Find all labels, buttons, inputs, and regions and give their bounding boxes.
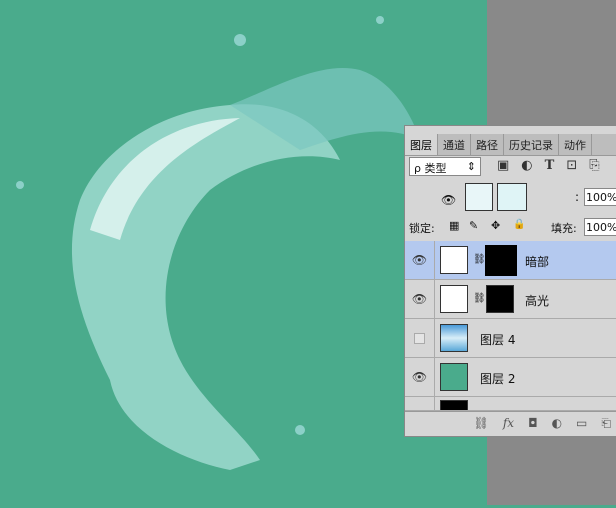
lock-row: 锁定: ▦ ✎ ✥ 🔒 填充: 100% — [405, 216, 616, 238]
eye-icon[interactable]: 👁 — [405, 280, 435, 319]
layer-filter-select[interactable]: ρ 类型 ⇕ — [409, 157, 481, 176]
opacity-input[interactable]: 100% — [584, 188, 616, 206]
layer-row-4[interactable]: 图层 4 — [405, 319, 616, 358]
layer-thumbnail — [440, 400, 468, 410]
layer-name: 暗部 — [525, 255, 550, 269]
new-group-icon[interactable]: ▭ — [576, 416, 587, 433]
tab-channels[interactable]: 通道 — [438, 134, 471, 155]
tab-layers[interactable]: 图层 — [405, 134, 438, 155]
mask-thumbnail[interactable] — [485, 245, 517, 276]
shape-filter-icon[interactable]: ⊡ — [566, 158, 577, 173]
fill-label: 填充: — [551, 222, 577, 235]
layer-name: 高光 — [525, 294, 550, 308]
lock-transparency-icon[interactable]: ▦ — [449, 219, 459, 232]
visibility-toggle[interactable] — [405, 319, 435, 358]
add-mask-icon[interactable]: ◘ — [528, 416, 538, 433]
layer-row-2[interactable]: 👁 图层 2 — [405, 358, 616, 397]
lock-all-icon[interactable]: 🔒 — [513, 219, 525, 230]
link-icon[interactable]: ⛓ — [473, 254, 486, 265]
pixel-filter-icon[interactable]: ▣ — [497, 158, 509, 173]
link-icon[interactable]: ⛓ — [473, 293, 486, 304]
lock-pixels-icon[interactable]: ✎ — [469, 219, 478, 232]
layer-row-highlight[interactable]: 👁 ⛓ 高光 — [405, 280, 616, 319]
mask-thumbnail — [497, 183, 527, 211]
eye-icon[interactable]: 👁 — [405, 358, 435, 397]
link-layers-icon[interactable]: ⛓ — [474, 416, 489, 433]
new-layer-icon[interactable]: ⎗ — [601, 416, 611, 433]
adjustment-layer-icon[interactable]: ◐ — [552, 416, 562, 433]
layer-thumbnail — [440, 363, 468, 391]
layer-thumbnail — [440, 324, 468, 352]
layer-name: 图层 4 — [480, 333, 516, 347]
lock-label: 锁定: — [409, 222, 435, 235]
tab-actions[interactable]: 动作 — [559, 134, 592, 155]
fx-icon[interactable]: fx — [503, 416, 514, 433]
eye-icon[interactable]: 👁 — [405, 241, 435, 280]
panel-bottom-bar: ⛓ fx ◘ ◐ ▭ ⎗ — [405, 411, 616, 437]
smartobject-filter-icon[interactable]: ⎘ — [589, 158, 599, 173]
tab-history[interactable]: 历史记录 — [504, 134, 559, 155]
eye-icon: 👁 — [441, 193, 457, 207]
layer-row-dark[interactable]: 👁 ⛓ 暗部 — [405, 241, 616, 280]
tab-paths[interactable]: 路径 — [471, 134, 504, 155]
layer-thumbnail — [465, 183, 493, 211]
chevron-updown-icon: ⇕ — [466, 160, 476, 173]
panel-tabs: 图层 通道 路径 历史记录 动作 — [405, 134, 616, 156]
layers-panel: 图层 通道 路径 历史记录 动作 ρ 类型 ⇕ ▣ ◐ T ⊡ ⎘ 👁 : 100… — [404, 125, 616, 437]
dragged-layer-ghost: 👁 : 100% — [405, 181, 616, 215]
layer-row-partial[interactable] — [405, 397, 616, 411]
layer-thumbnail — [440, 285, 468, 313]
eye-cell — [405, 397, 435, 410]
layer-name: 图层 2 — [480, 372, 516, 386]
adjustment-filter-icon[interactable]: ◐ — [521, 158, 532, 173]
layers-list: 👁 ⛓ 暗部 👁 ⛓ 高光 图层 4 👁 图层 2 — [405, 241, 616, 411]
fill-input[interactable]: 100% — [584, 218, 616, 236]
layer-thumbnail — [440, 246, 468, 274]
lock-position-icon[interactable]: ✥ — [491, 219, 500, 232]
mask-thumbnail[interactable] — [486, 285, 514, 313]
opacity-colon: : — [575, 190, 580, 204]
filter-label: ρ 类型 — [414, 162, 447, 175]
type-filter-icon[interactable]: T — [545, 158, 555, 173]
